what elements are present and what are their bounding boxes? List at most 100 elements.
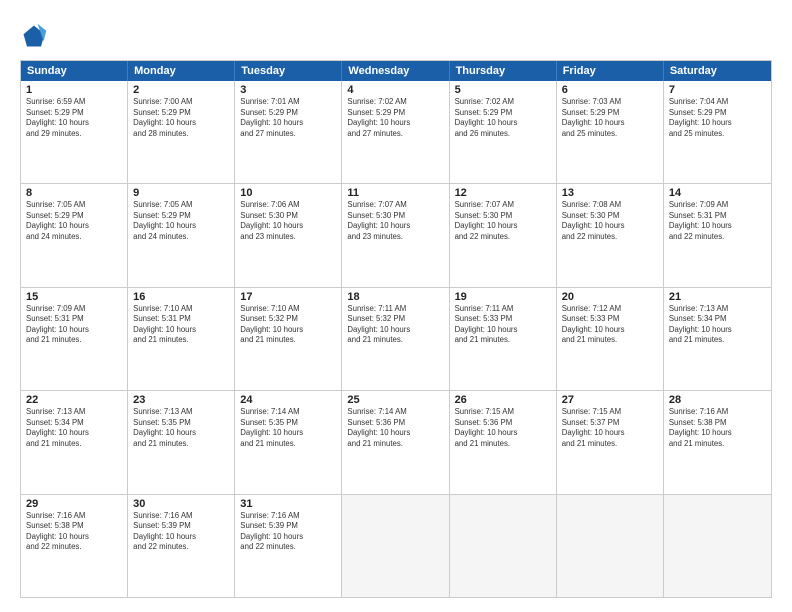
calendar-cell: 1Sunrise: 6:59 AM Sunset: 5:29 PM Daylig… bbox=[21, 81, 128, 183]
day-number: 1 bbox=[26, 84, 122, 96]
day-number: 25 bbox=[347, 394, 443, 406]
calendar-cell: 12Sunrise: 7:07 AM Sunset: 5:30 PM Dayli… bbox=[450, 184, 557, 286]
calendar-row-1: 1Sunrise: 6:59 AM Sunset: 5:29 PM Daylig… bbox=[21, 81, 771, 184]
calendar-cell: 16Sunrise: 7:10 AM Sunset: 5:31 PM Dayli… bbox=[128, 288, 235, 390]
calendar-header: SundayMondayTuesdayWednesdayThursdayFrid… bbox=[21, 61, 771, 81]
day-info: Sunrise: 7:13 AM Sunset: 5:34 PM Dayligh… bbox=[669, 304, 766, 346]
calendar-cell: 18Sunrise: 7:11 AM Sunset: 5:32 PM Dayli… bbox=[342, 288, 449, 390]
calendar-cell: 4Sunrise: 7:02 AM Sunset: 5:29 PM Daylig… bbox=[342, 81, 449, 183]
calendar-cell: 30Sunrise: 7:16 AM Sunset: 5:39 PM Dayli… bbox=[128, 495, 235, 597]
day-number: 12 bbox=[455, 187, 551, 199]
calendar-body: 1Sunrise: 6:59 AM Sunset: 5:29 PM Daylig… bbox=[21, 81, 771, 597]
day-number: 2 bbox=[133, 84, 229, 96]
day-info: Sunrise: 7:02 AM Sunset: 5:29 PM Dayligh… bbox=[347, 97, 443, 139]
day-info: Sunrise: 7:04 AM Sunset: 5:29 PM Dayligh… bbox=[669, 97, 766, 139]
calendar-cell: 10Sunrise: 7:06 AM Sunset: 5:30 PM Dayli… bbox=[235, 184, 342, 286]
day-number: 15 bbox=[26, 291, 122, 303]
day-info: Sunrise: 7:11 AM Sunset: 5:32 PM Dayligh… bbox=[347, 304, 443, 346]
calendar-row-2: 8Sunrise: 7:05 AM Sunset: 5:29 PM Daylig… bbox=[21, 184, 771, 287]
day-number: 23 bbox=[133, 394, 229, 406]
calendar-cell: 9Sunrise: 7:05 AM Sunset: 5:29 PM Daylig… bbox=[128, 184, 235, 286]
day-info: Sunrise: 7:15 AM Sunset: 5:37 PM Dayligh… bbox=[562, 407, 658, 449]
calendar-row-4: 22Sunrise: 7:13 AM Sunset: 5:34 PM Dayli… bbox=[21, 391, 771, 494]
day-number: 13 bbox=[562, 187, 658, 199]
day-info: Sunrise: 7:09 AM Sunset: 5:31 PM Dayligh… bbox=[669, 200, 766, 242]
calendar-cell: 15Sunrise: 7:09 AM Sunset: 5:31 PM Dayli… bbox=[21, 288, 128, 390]
calendar-cell: 24Sunrise: 7:14 AM Sunset: 5:35 PM Dayli… bbox=[235, 391, 342, 493]
day-number: 6 bbox=[562, 84, 658, 96]
calendar-cell: 28Sunrise: 7:16 AM Sunset: 5:38 PM Dayli… bbox=[664, 391, 771, 493]
day-info: Sunrise: 7:07 AM Sunset: 5:30 PM Dayligh… bbox=[347, 200, 443, 242]
day-number: 27 bbox=[562, 394, 658, 406]
day-number: 5 bbox=[455, 84, 551, 96]
day-info: Sunrise: 7:00 AM Sunset: 5:29 PM Dayligh… bbox=[133, 97, 229, 139]
calendar-cell: 22Sunrise: 7:13 AM Sunset: 5:34 PM Dayli… bbox=[21, 391, 128, 493]
day-number: 20 bbox=[562, 291, 658, 303]
day-number: 4 bbox=[347, 84, 443, 96]
day-number: 7 bbox=[669, 84, 766, 96]
day-number: 19 bbox=[455, 291, 551, 303]
header-day-tuesday: Tuesday bbox=[235, 61, 342, 81]
day-info: Sunrise: 7:16 AM Sunset: 5:39 PM Dayligh… bbox=[240, 511, 336, 553]
day-info: Sunrise: 7:01 AM Sunset: 5:29 PM Dayligh… bbox=[240, 97, 336, 139]
day-info: Sunrise: 7:14 AM Sunset: 5:35 PM Dayligh… bbox=[240, 407, 336, 449]
header-day-friday: Friday bbox=[557, 61, 664, 81]
header bbox=[20, 18, 772, 50]
day-number: 29 bbox=[26, 498, 122, 510]
day-number: 10 bbox=[240, 187, 336, 199]
calendar-cell bbox=[664, 495, 771, 597]
calendar-cell: 20Sunrise: 7:12 AM Sunset: 5:33 PM Dayli… bbox=[557, 288, 664, 390]
day-info: Sunrise: 7:13 AM Sunset: 5:34 PM Dayligh… bbox=[26, 407, 122, 449]
day-info: Sunrise: 7:11 AM Sunset: 5:33 PM Dayligh… bbox=[455, 304, 551, 346]
day-info: Sunrise: 7:10 AM Sunset: 5:32 PM Dayligh… bbox=[240, 304, 336, 346]
logo-icon bbox=[20, 22, 48, 50]
calendar-cell: 29Sunrise: 7:16 AM Sunset: 5:38 PM Dayli… bbox=[21, 495, 128, 597]
calendar: SundayMondayTuesdayWednesdayThursdayFrid… bbox=[20, 60, 772, 598]
calendar-cell bbox=[450, 495, 557, 597]
day-number: 17 bbox=[240, 291, 336, 303]
header-day-sunday: Sunday bbox=[21, 61, 128, 81]
calendar-cell: 25Sunrise: 7:14 AM Sunset: 5:36 PM Dayli… bbox=[342, 391, 449, 493]
calendar-cell: 6Sunrise: 7:03 AM Sunset: 5:29 PM Daylig… bbox=[557, 81, 664, 183]
day-number: 31 bbox=[240, 498, 336, 510]
calendar-row-5: 29Sunrise: 7:16 AM Sunset: 5:38 PM Dayli… bbox=[21, 495, 771, 597]
day-info: Sunrise: 7:07 AM Sunset: 5:30 PM Dayligh… bbox=[455, 200, 551, 242]
header-day-thursday: Thursday bbox=[450, 61, 557, 81]
day-number: 21 bbox=[669, 291, 766, 303]
day-info: Sunrise: 7:16 AM Sunset: 5:38 PM Dayligh… bbox=[26, 511, 122, 553]
day-info: Sunrise: 7:08 AM Sunset: 5:30 PM Dayligh… bbox=[562, 200, 658, 242]
day-number: 8 bbox=[26, 187, 122, 199]
calendar-cell: 11Sunrise: 7:07 AM Sunset: 5:30 PM Dayli… bbox=[342, 184, 449, 286]
header-day-monday: Monday bbox=[128, 61, 235, 81]
day-number: 14 bbox=[669, 187, 766, 199]
calendar-cell: 7Sunrise: 7:04 AM Sunset: 5:29 PM Daylig… bbox=[664, 81, 771, 183]
calendar-cell: 14Sunrise: 7:09 AM Sunset: 5:31 PM Dayli… bbox=[664, 184, 771, 286]
calendar-cell: 23Sunrise: 7:13 AM Sunset: 5:35 PM Dayli… bbox=[128, 391, 235, 493]
day-number: 26 bbox=[455, 394, 551, 406]
calendar-row-3: 15Sunrise: 7:09 AM Sunset: 5:31 PM Dayli… bbox=[21, 288, 771, 391]
day-number: 24 bbox=[240, 394, 336, 406]
day-info: Sunrise: 7:06 AM Sunset: 5:30 PM Dayligh… bbox=[240, 200, 336, 242]
day-info: Sunrise: 7:09 AM Sunset: 5:31 PM Dayligh… bbox=[26, 304, 122, 346]
day-info: Sunrise: 7:13 AM Sunset: 5:35 PM Dayligh… bbox=[133, 407, 229, 449]
calendar-cell: 5Sunrise: 7:02 AM Sunset: 5:29 PM Daylig… bbox=[450, 81, 557, 183]
day-number: 22 bbox=[26, 394, 122, 406]
calendar-cell: 13Sunrise: 7:08 AM Sunset: 5:30 PM Dayli… bbox=[557, 184, 664, 286]
calendar-cell bbox=[342, 495, 449, 597]
day-info: Sunrise: 7:03 AM Sunset: 5:29 PM Dayligh… bbox=[562, 97, 658, 139]
calendar-cell bbox=[557, 495, 664, 597]
day-info: Sunrise: 7:16 AM Sunset: 5:39 PM Dayligh… bbox=[133, 511, 229, 553]
day-number: 18 bbox=[347, 291, 443, 303]
day-info: Sunrise: 7:05 AM Sunset: 5:29 PM Dayligh… bbox=[133, 200, 229, 242]
calendar-cell: 31Sunrise: 7:16 AM Sunset: 5:39 PM Dayli… bbox=[235, 495, 342, 597]
logo bbox=[20, 22, 50, 50]
day-info: Sunrise: 7:10 AM Sunset: 5:31 PM Dayligh… bbox=[133, 304, 229, 346]
day-number: 28 bbox=[669, 394, 766, 406]
calendar-cell: 17Sunrise: 7:10 AM Sunset: 5:32 PM Dayli… bbox=[235, 288, 342, 390]
day-info: Sunrise: 7:16 AM Sunset: 5:38 PM Dayligh… bbox=[669, 407, 766, 449]
calendar-cell: 8Sunrise: 7:05 AM Sunset: 5:29 PM Daylig… bbox=[21, 184, 128, 286]
calendar-cell: 19Sunrise: 7:11 AM Sunset: 5:33 PM Dayli… bbox=[450, 288, 557, 390]
calendar-cell: 2Sunrise: 7:00 AM Sunset: 5:29 PM Daylig… bbox=[128, 81, 235, 183]
day-info: Sunrise: 7:05 AM Sunset: 5:29 PM Dayligh… bbox=[26, 200, 122, 242]
day-number: 3 bbox=[240, 84, 336, 96]
